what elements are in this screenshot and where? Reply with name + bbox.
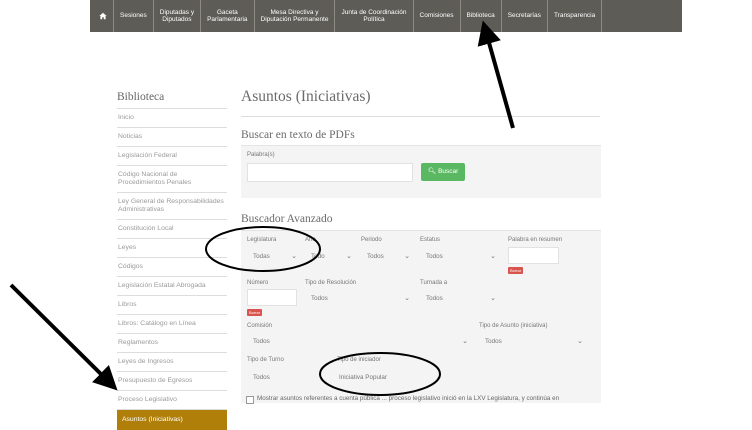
nav-secretarias[interactable]: Secretarías (502, 0, 548, 32)
estatus-label: Estatus (420, 237, 441, 243)
nav-diputados[interactable]: Diputadas y Diputados (154, 0, 202, 32)
chevron-down-icon: ⌄ (577, 338, 583, 345)
annotation-arrow-biblioteca (477, 20, 515, 129)
chevron-down-icon: ⌄ (291, 253, 297, 260)
chevron-down-icon: ⌄ (346, 253, 352, 260)
tipo-resolucion-select[interactable]: Todos ⌄ (305, 290, 413, 307)
tipo-iniciador-value: Iniciativa Popular (339, 374, 387, 381)
periodo-value: Todos (367, 253, 384, 260)
estatus-value: Todos (426, 253, 443, 260)
nav-biblioteca[interactable]: Biblioteca (461, 0, 502, 32)
nav-comisiones[interactable]: Comisiones (414, 0, 461, 32)
advanced-search-heading: Buscador Avanzado (241, 213, 333, 225)
turnada-value: Todos (426, 295, 443, 302)
chevron-down-icon: ⌄ (436, 374, 442, 381)
sidebar-item-libros-catalogo[interactable]: Libros: Catálogo en Línea (117, 315, 227, 334)
search-icon: 🔍︎ (428, 168, 437, 175)
sidebar-item-leyes-ingresos[interactable]: Leyes de Ingresos (117, 353, 227, 372)
nav-mesa-directiva[interactable]: Mesa Directiva y Diputación Permanente (255, 0, 336, 32)
cuenta-publica-checkbox[interactable] (246, 396, 254, 404)
chevron-down-icon: ⌄ (462, 338, 468, 345)
sidebar-item-presupuesto[interactable]: Presupuesto de Egresos (117, 372, 227, 391)
nav-gaceta[interactable]: Gaceta Parlamentaria (201, 0, 255, 32)
tipo-turno-label: Tipo de Turno (247, 357, 284, 363)
palabra-resumen-label: Palabra en resumen (508, 237, 563, 243)
legislatura-label: Legislatura (247, 237, 277, 243)
sidebar-item-asuntos[interactable]: Asuntos (Iniciativas) (117, 410, 227, 430)
sidebar-item-noticias[interactable]: Noticias (117, 128, 227, 147)
sidebar-item-ley-general[interactable]: Ley General de Responsabilidades Adminis… (117, 193, 227, 220)
pdf-search-panel: Palabra(s) 🔍︎ Buscar (241, 145, 601, 198)
nav-sesiones[interactable]: Sesiones (114, 0, 154, 32)
sidebar-item-codigos[interactable]: Códigos (117, 258, 227, 277)
numero-label: Número (247, 280, 269, 286)
tipo-turno-select[interactable]: Todos (247, 369, 315, 386)
palabra-resumen-input[interactable] (508, 247, 559, 264)
sidebar-item-proceso-legislativo[interactable]: Proceso Legislativo (117, 391, 227, 410)
numero-input[interactable] (247, 289, 297, 306)
tipo-asunto-label: Tipo de Asunto (iniciativa) (479, 323, 548, 329)
nav-transparencia[interactable]: Transparencia (548, 0, 603, 32)
tipo-asunto-select[interactable]: Todos ⌄ (479, 333, 586, 350)
search-button[interactable]: 🔍︎ Buscar (421, 163, 466, 181)
sidebar-item-codigo-nacional[interactable]: Código Nacional de Procedimientos Penale… (117, 166, 227, 193)
nav-junta-coordinacion[interactable]: Junta de Coordinación Política (335, 0, 414, 32)
sidebar-item-legislacion-federal[interactable]: Legislación Federal (117, 147, 227, 166)
turnada-label: Turnada a (420, 280, 448, 286)
borrar-palabra-button[interactable]: Borrar (508, 267, 524, 274)
top-navigation: Sesiones Diputadas y Diputados Gaceta Pa… (90, 0, 682, 32)
cuenta-publica-checkbox-label: Mostrar asuntos referentes a cuenta públ… (257, 395, 560, 402)
anio-value: Todo (311, 253, 325, 260)
tipo-iniciador-select[interactable]: Iniciativa Popular ⌄ (333, 369, 445, 386)
nav-home[interactable] (90, 0, 114, 32)
sidebar-title: Biblioteca (117, 82, 227, 109)
turnada-select[interactable]: Todos ⌄ (420, 290, 499, 307)
comision-value: Todos (253, 338, 270, 345)
legislatura-value: Todas (253, 253, 270, 260)
pdf-search-heading: Buscar en texto de PDFs (241, 129, 355, 141)
sidebar: Biblioteca Inicio Noticias Legislación F… (117, 82, 227, 430)
chevron-down-icon: ⌄ (404, 295, 410, 302)
page-title: Asuntos (Iniciativas) (241, 88, 371, 105)
tipo-turno-value: Todos (253, 374, 270, 381)
title-divider (241, 116, 600, 117)
advanced-search-panel: Legislatura Todas ⌄ Año Todo ⌄ Periodo Tod… (241, 230, 601, 404)
anio-label: Año (305, 237, 316, 243)
sidebar-item-inicio[interactable]: Inicio (117, 109, 227, 128)
chevron-down-icon: ⌄ (490, 253, 496, 260)
sidebar-item-libros[interactable]: Libros (117, 296, 227, 315)
legislatura-select[interactable]: Todas ⌄ (247, 248, 300, 265)
comision-select[interactable]: Todos ⌄ (247, 333, 471, 350)
periodo-label: Periodo (361, 237, 382, 243)
pdf-search-input[interactable] (247, 163, 413, 182)
tipo-asunto-value: Todos (485, 338, 502, 345)
home-icon (99, 12, 107, 20)
tipo-iniciador-label: Tipo de iniciador (337, 357, 381, 363)
borrar-numero-button[interactable]: Borrar (247, 309, 263, 316)
sidebar-item-legislacion-abrogada[interactable]: Legislación Estatal Abrogada (117, 277, 227, 296)
chevron-down-icon: ⌄ (490, 295, 496, 302)
tipo-resolucion-label: Tipo de Resolución (305, 280, 357, 286)
pdf-search-label: Palabra(s) (247, 152, 275, 158)
sidebar-item-reglamentos[interactable]: Reglamentos (117, 334, 227, 353)
annotation-arrow-asuntos (9, 283, 118, 391)
sidebar-item-leyes[interactable]: Leyes (117, 239, 227, 258)
nav-filler (602, 0, 682, 32)
tipo-resolucion-value: Todos (311, 295, 328, 302)
estatus-select[interactable]: Todos ⌄ (420, 248, 499, 265)
comision-label: Comisión (247, 323, 273, 329)
periodo-select[interactable]: Todos ⌄ (361, 248, 413, 265)
anio-select[interactable]: Todo ⌄ (305, 248, 355, 265)
search-button-label: Buscar (438, 168, 459, 175)
chevron-down-icon: ⌄ (404, 253, 410, 260)
sidebar-item-constitucion-local[interactable]: Constitución Local (117, 220, 227, 239)
